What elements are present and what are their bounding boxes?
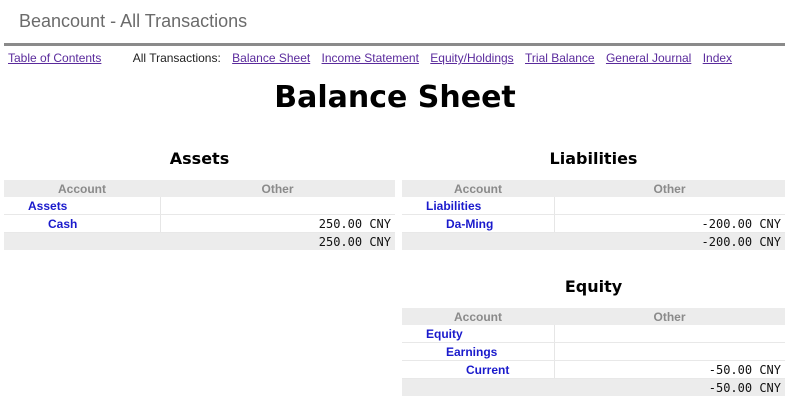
total-row: -50.00 CNY — [402, 378, 785, 396]
total-row: -200.00 CNY — [402, 232, 785, 250]
table-row: Cash 250.00 CNY — [4, 214, 395, 233]
title-rule — [4, 43, 785, 46]
account-link-da-ming[interactable]: Da-Ming — [446, 217, 493, 231]
account-link-liabilities[interactable]: Liabilities — [426, 199, 481, 213]
account-link-equity[interactable]: Equity — [426, 327, 463, 341]
other-column-header: Other — [160, 180, 395, 197]
liabilities-table: Account Other Liabilities Da-Ming -200.0… — [402, 180, 785, 250]
amount-cell: 250.00 CNY — [160, 214, 395, 233]
nav-trial-balance[interactable]: Trial Balance — [525, 51, 595, 65]
title-bar: Beancount - All Transactions — [0, 0, 790, 46]
account-column-header: Account — [402, 180, 554, 197]
nav-income-statement[interactable]: Income Statement — [322, 51, 419, 65]
liabilities-total: -200.00 CNY — [554, 232, 785, 250]
table-row: Da-Ming -200.00 CNY — [402, 214, 785, 233]
equity-title: Equity — [564, 277, 623, 296]
account-link-assets[interactable]: Assets — [28, 199, 67, 213]
equity-table: Account Other Equity Earnings Current -5… — [402, 308, 785, 396]
nav-general-journal[interactable]: General Journal — [606, 51, 691, 65]
table-row: Earnings — [402, 342, 785, 361]
nav-table-of-contents[interactable]: Table of Contents — [8, 51, 101, 65]
nav-prefix: All Transactions: — [132, 51, 221, 65]
account-column-header: Account — [4, 180, 160, 197]
nav-balance-sheet[interactable]: Balance Sheet — [232, 51, 310, 65]
page-title: Balance Sheet — [274, 80, 516, 115]
window-title: Beancount - All Transactions — [19, 11, 248, 31]
account-link-current[interactable]: Current — [466, 363, 509, 377]
account-link-cash[interactable]: Cash — [48, 217, 77, 231]
other-column-header: Other — [554, 180, 785, 197]
amount-cell: -200.00 CNY — [554, 214, 785, 233]
table-row: Current -50.00 CNY — [402, 360, 785, 379]
amount-cell: -50.00 CNY — [554, 360, 785, 379]
account-column-header: Account — [402, 308, 554, 325]
other-column-header: Other — [554, 308, 785, 325]
nav-bar: Table of Contents All Transactions: Bala… — [8, 51, 740, 65]
liabilities-title: Liabilities — [549, 149, 638, 168]
nav-equity-holdings[interactable]: Equity/Holdings — [430, 51, 513, 65]
equity-total: -50.00 CNY — [554, 378, 785, 396]
account-link-earnings[interactable]: Earnings — [446, 345, 497, 359]
assets-title: Assets — [169, 149, 230, 168]
total-row: 250.00 CNY — [4, 232, 395, 250]
table-row: Equity — [402, 325, 785, 343]
assets-total: 250.00 CNY — [160, 232, 395, 250]
table-row: Assets — [4, 197, 395, 215]
nav-index[interactable]: Index — [703, 51, 732, 65]
table-row: Liabilities — [402, 197, 785, 215]
assets-table: Account Other Assets Cash 250.00 CNY 250… — [4, 180, 395, 250]
